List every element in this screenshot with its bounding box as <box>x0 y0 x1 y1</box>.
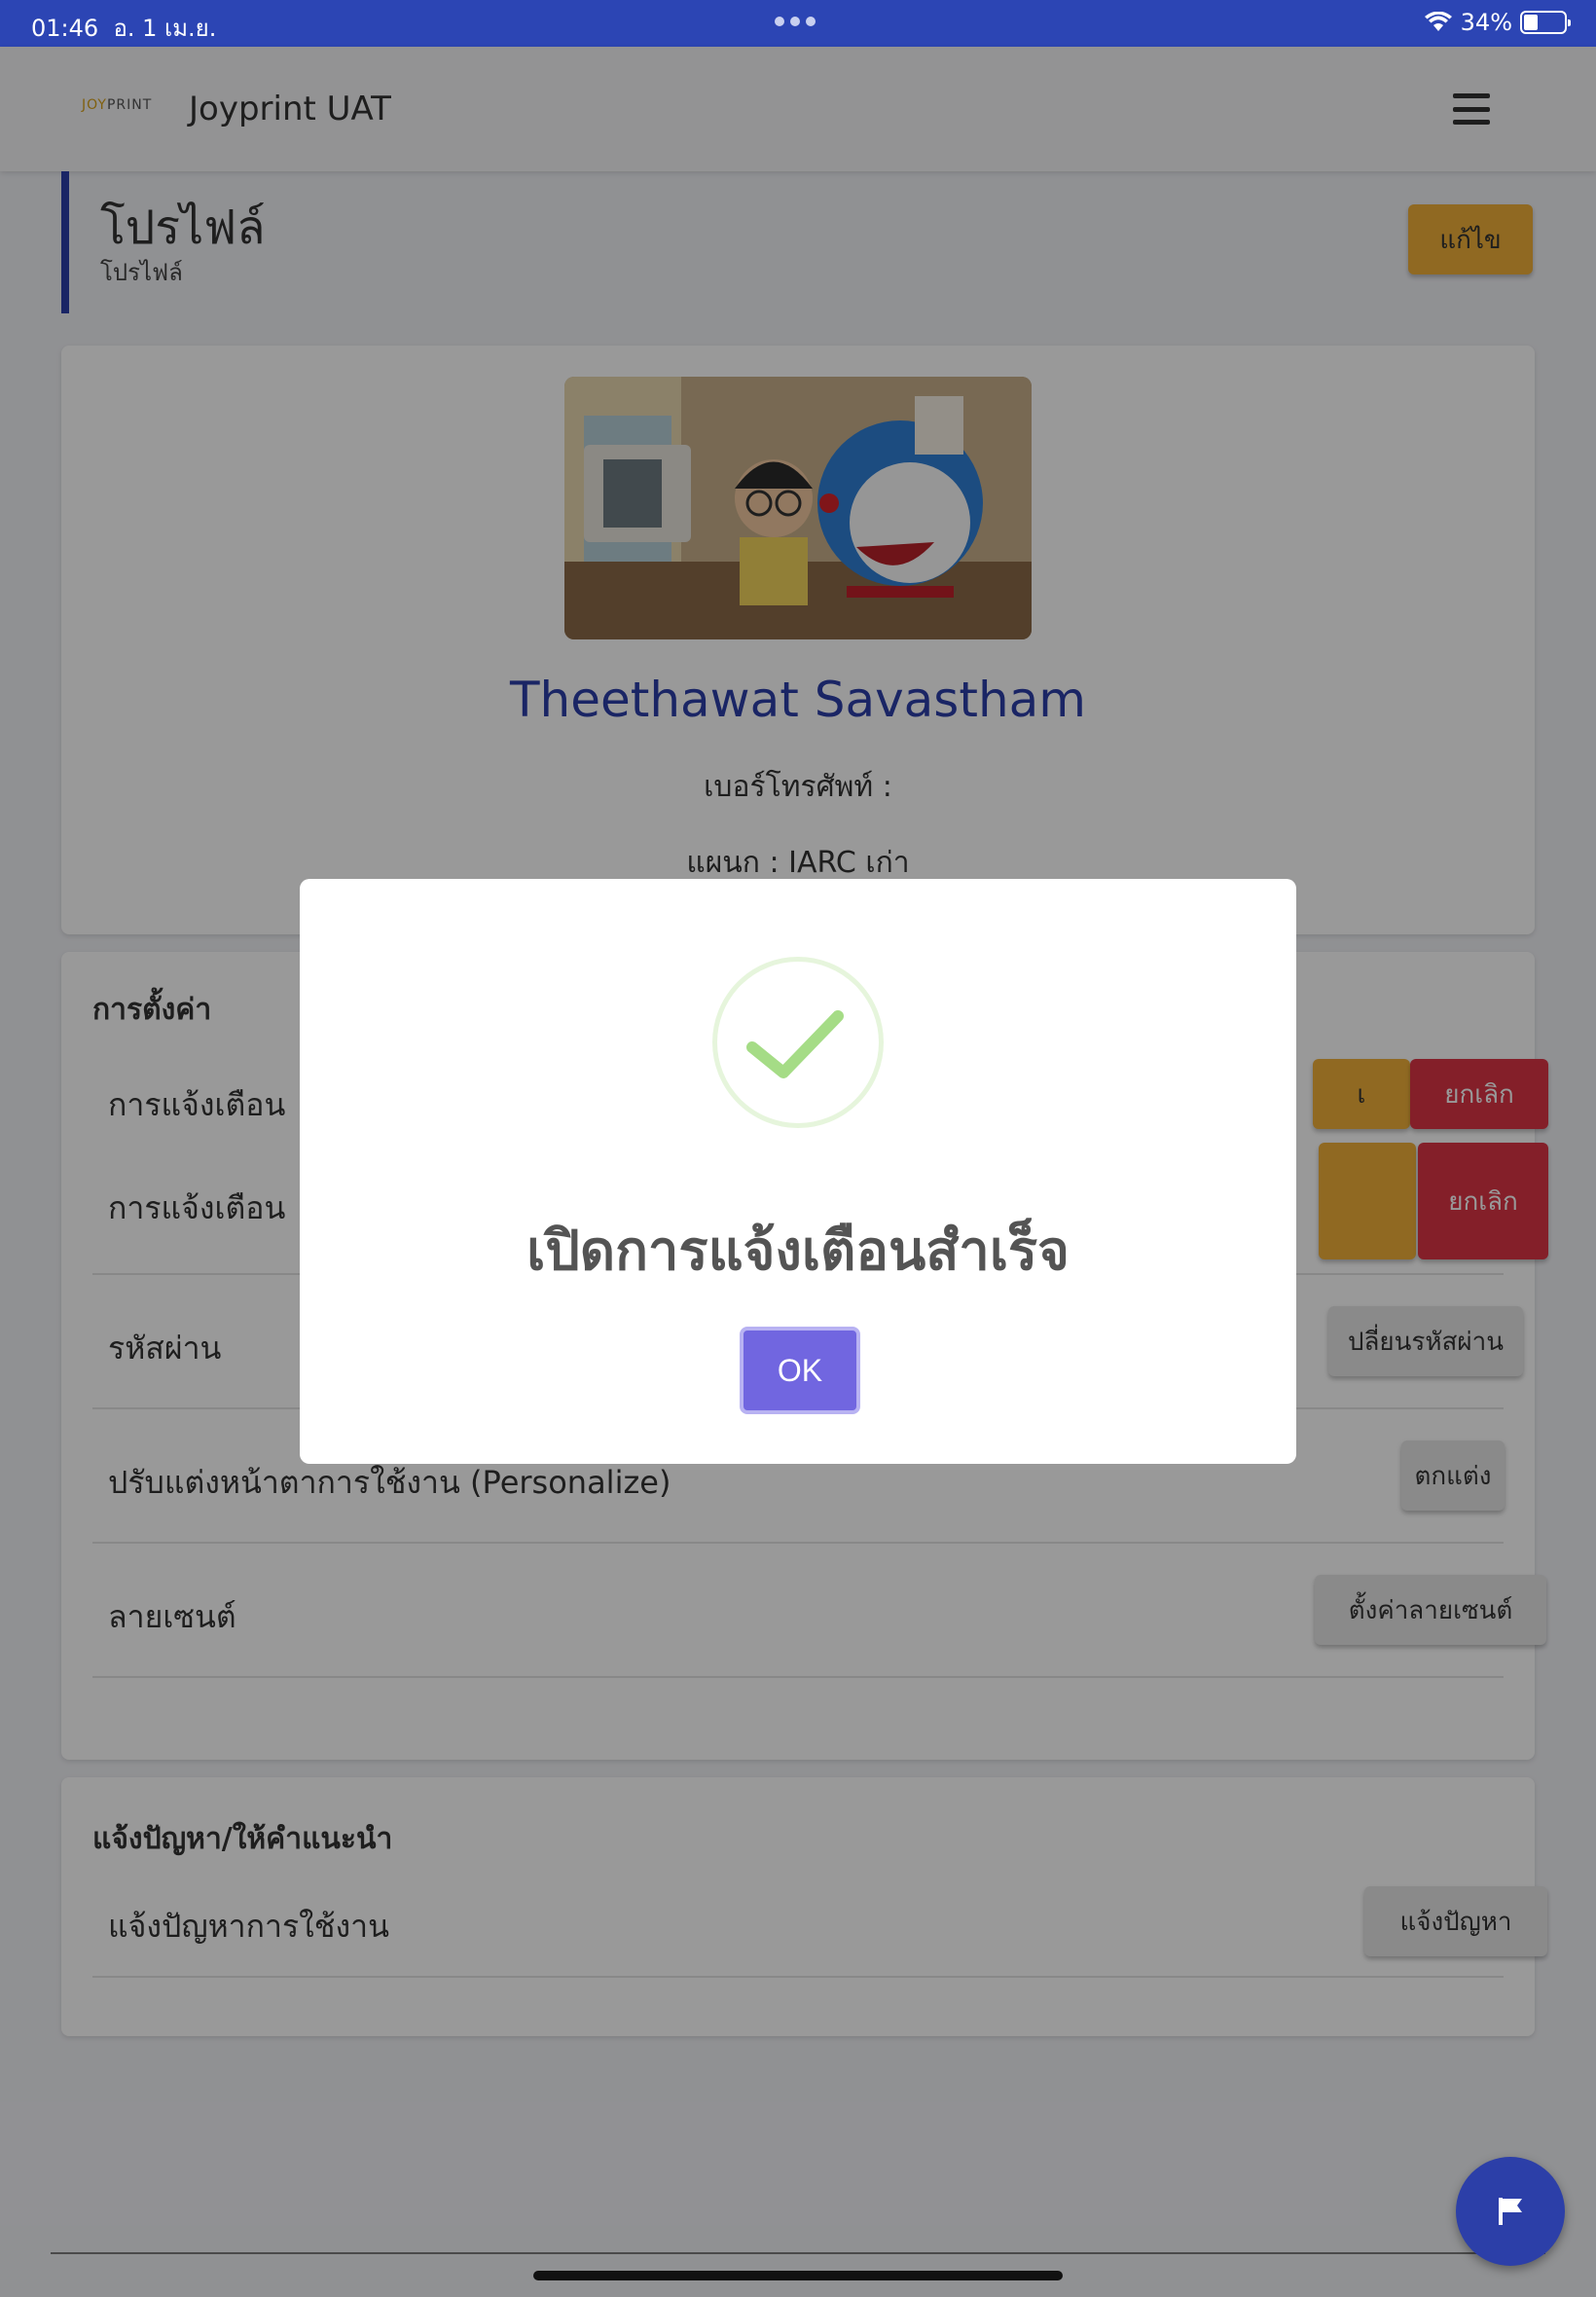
ok-button[interactable]: OK <box>740 1327 860 1414</box>
flag-icon <box>1499 2198 1522 2225</box>
dialog-title: เปิดการแจ้งเตือนสำเร็จ <box>526 1220 1070 1283</box>
multitask-dots-icon[interactable] <box>775 17 816 26</box>
status-bar: 01:46 อ. 1 เม.ย. 34% <box>0 0 1596 47</box>
status-time: 01:46 อ. 1 เม.ย. <box>31 15 217 42</box>
success-check-icon <box>712 957 884 1128</box>
wifi-icon <box>1424 12 1452 31</box>
battery-icon <box>1520 11 1571 34</box>
home-indicator[interactable] <box>533 2271 1063 2280</box>
success-dialog: เปิดการแจ้งเตือนสำเร็จ OK <box>300 879 1296 1464</box>
battery-percent: 34% <box>1460 9 1512 36</box>
flag-fab-button[interactable] <box>1456 2157 1565 2266</box>
status-right: 34% <box>1424 9 1571 36</box>
